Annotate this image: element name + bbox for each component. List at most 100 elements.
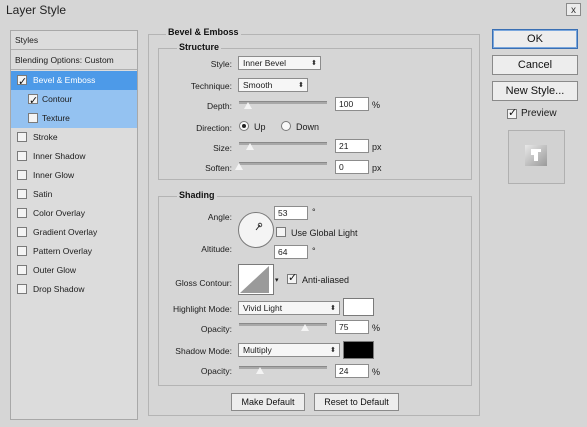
size-unit: px [372, 142, 382, 152]
soften-slider-thumb[interactable] [235, 163, 244, 171]
technique-select[interactable]: Smooth ⬍ [238, 78, 308, 92]
contour-checkbox[interactable] [28, 91, 38, 110]
soften-input[interactable]: 0 [335, 160, 369, 174]
style-item-stroke[interactable]: Stroke [11, 128, 137, 147]
altitude-input[interactable]: 64 [274, 245, 308, 259]
styles-header[interactable]: Styles [11, 31, 137, 50]
global-light-checkbox[interactable] [276, 227, 286, 237]
inner-shadow-checkbox[interactable] [17, 151, 27, 161]
direction-up-label: Up [254, 122, 266, 132]
shadow-color-swatch[interactable] [343, 341, 374, 359]
contour-label: Contour [42, 94, 73, 104]
gloss-contour-label: Gloss Contour: [175, 278, 232, 288]
angle-dial-icon [255, 222, 263, 231]
style-item-color-overlay[interactable]: Color Overlay [11, 204, 137, 223]
technique-select-value: Smooth [243, 80, 273, 90]
style-item-inner-glow[interactable]: Inner Glow [11, 166, 137, 185]
select-arrow-icon: ⬍ [330, 346, 336, 354]
contour-curve-icon [240, 266, 269, 293]
outer-glow-label: Outer Glow [33, 265, 76, 275]
style-item-outer-glow[interactable]: Outer Glow [11, 261, 137, 280]
style-label: Style: [210, 59, 232, 69]
soften-slider[interactable] [239, 162, 327, 165]
new-style-button[interactable]: New Style... [492, 81, 578, 101]
highlight-opacity-thumb[interactable] [301, 324, 310, 332]
close-button[interactable]: x [566, 3, 581, 16]
inner-shadow-label: Inner Shadow [33, 151, 86, 161]
styles-list-panel: Styles Blending Options: Custom Bevel & … [10, 30, 138, 420]
direction-down-radio[interactable] [281, 121, 291, 131]
cancel-button[interactable]: Cancel [492, 55, 578, 75]
shadow-opacity-unit: % [372, 367, 381, 377]
highlight-mode-select[interactable]: Vivid Light ⬍ [238, 301, 340, 315]
depth-input[interactable]: 100 [335, 97, 369, 111]
satin-checkbox[interactable] [17, 189, 27, 199]
stroke-checkbox[interactable] [17, 132, 27, 142]
texture-label: Texture [42, 113, 70, 123]
preview-thumbnail [508, 130, 565, 184]
make-default-button[interactable]: Make Default [231, 393, 305, 411]
style-item-texture[interactable]: Texture [11, 109, 137, 128]
styles-header-label: Styles [15, 35, 39, 45]
highlight-color-swatch[interactable] [343, 298, 374, 316]
altitude-unit: ° [312, 246, 316, 256]
select-arrow-icon: ⬍ [311, 59, 317, 67]
size-slider-thumb[interactable] [245, 143, 255, 151]
outer-glow-checkbox[interactable] [17, 265, 27, 275]
angle-label: Angle: [207, 212, 232, 222]
color-overlay-checkbox[interactable] [17, 208, 27, 218]
soften-label: Soften: [205, 163, 232, 173]
shadow-opacity-slider[interactable] [239, 366, 327, 369]
highlight-opacity-slider[interactable] [239, 323, 327, 326]
style-select-value: Inner Bevel [243, 58, 286, 68]
style-item-drop-shadow[interactable]: Drop Shadow [11, 280, 137, 299]
shadow-opacity-input[interactable]: 24 [335, 364, 369, 378]
shadow-opacity-thumb[interactable] [256, 367, 265, 375]
inner-glow-checkbox[interactable] [17, 170, 27, 180]
gloss-contour-preview[interactable] [238, 264, 274, 295]
bevel-emboss-checkbox[interactable] [17, 72, 27, 91]
highlight-opacity-unit: % [372, 323, 381, 333]
highlight-mode-value: Vivid Light [243, 303, 283, 313]
style-item-contour[interactable]: Contour [11, 90, 137, 110]
texture-checkbox[interactable] [28, 113, 38, 123]
depth-label: Depth: [206, 101, 232, 111]
direction-label: Direction: [196, 123, 232, 133]
style-item-gradient-overlay[interactable]: Gradient Overlay [11, 223, 137, 242]
direction-up-radio[interactable] [239, 121, 249, 131]
shading-title: Shading [177, 190, 217, 200]
size-input[interactable]: 21 [335, 139, 369, 153]
ok-button[interactable]: OK [492, 29, 578, 49]
style-item-satin[interactable]: Satin [11, 185, 137, 204]
altitude-label: Altitude: [201, 244, 232, 254]
depth-unit: % [372, 100, 381, 110]
shadow-mode-label: Shadow Mode: [175, 346, 232, 356]
antialiased-checkbox[interactable] [287, 271, 297, 284]
bevel-emboss-title: Bevel & Emboss [166, 27, 241, 37]
window-title: Layer Style [6, 3, 67, 17]
shadow-mode-value: Multiply [243, 345, 272, 355]
style-select[interactable]: Inner Bevel ⬍ [238, 56, 321, 70]
pattern-overlay-label: Pattern Overlay [33, 246, 93, 256]
reset-to-default-button[interactable]: Reset to Default [314, 393, 399, 411]
shadow-mode-select[interactable]: Multiply ⬍ [238, 343, 340, 357]
structure-title: Structure [177, 42, 222, 52]
angle-unit: ° [312, 207, 316, 217]
preview-checkbox[interactable] [507, 106, 517, 119]
depth-slider-thumb[interactable] [243, 102, 253, 110]
gradient-overlay-label: Gradient Overlay [33, 227, 98, 237]
preview-swatch-icon [525, 145, 547, 166]
style-item-bevel-emboss[interactable]: Bevel & Emboss [11, 71, 137, 91]
blending-options-item[interactable]: Blending Options: Custom [11, 51, 137, 70]
global-light-label: Use Global Light [291, 228, 358, 238]
style-item-pattern-overlay[interactable]: Pattern Overlay [11, 242, 137, 261]
contour-dropdown-arrow-icon[interactable]: ▾ [275, 276, 279, 284]
style-item-inner-shadow[interactable]: Inner Shadow [11, 147, 137, 166]
pattern-overlay-checkbox[interactable] [17, 246, 27, 256]
drop-shadow-label: Drop Shadow [33, 284, 85, 294]
angle-dial[interactable] [238, 212, 274, 248]
drop-shadow-checkbox[interactable] [17, 284, 27, 294]
highlight-opacity-input[interactable]: 75 [335, 320, 369, 334]
gradient-overlay-checkbox[interactable] [17, 227, 27, 237]
angle-input[interactable]: 53 [274, 206, 308, 220]
